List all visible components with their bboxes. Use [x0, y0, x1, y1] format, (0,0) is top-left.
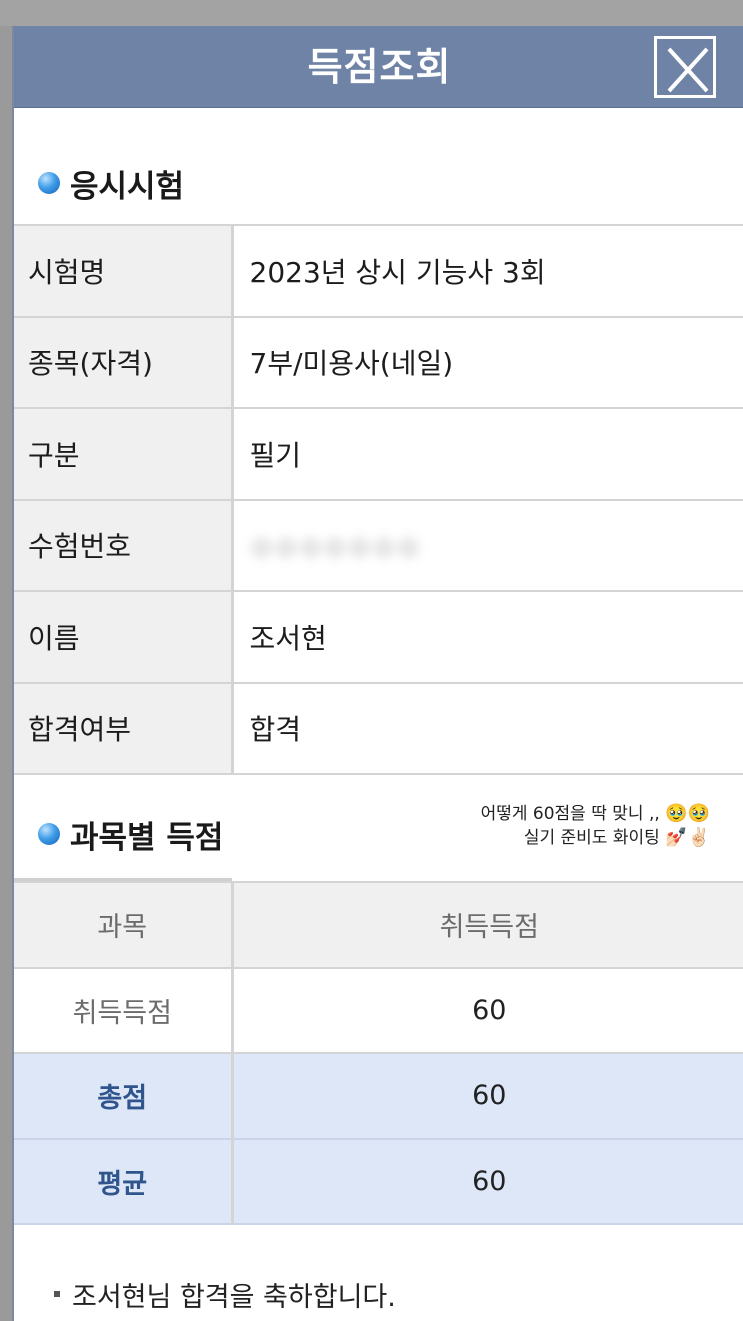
column-header-score: 취득득점	[232, 881, 743, 969]
row-value: 조서현	[232, 590, 743, 684]
table-header-row: 과목 취득득점	[14, 881, 743, 969]
row-label: 구분	[14, 407, 234, 501]
exam-section-heading: 응시시험	[38, 163, 184, 205]
average-value: 60	[232, 1137, 743, 1225]
row-value: 합격	[232, 681, 743, 775]
total-row: 총점 60	[14, 1052, 743, 1140]
total-label: 총점	[14, 1052, 234, 1140]
table-row: 이름 조서현	[14, 590, 743, 684]
handwritten-note: 어떻게 60점을 딱 맞니 ,, 🥹🥹 실기 준비도 화이팅 💅🏻✌🏻	[480, 803, 710, 848]
nail-polish-victory-emoji-icon: 💅🏻✌🏻	[665, 827, 710, 848]
column-header-subject: 과목	[14, 881, 234, 969]
row-value: 7부/미용사(네일)	[232, 315, 743, 409]
row-label: 시험명	[14, 224, 234, 318]
row-value: 2023년 상시 기능사 3회	[232, 224, 743, 318]
subject-name: 취득득점	[14, 966, 234, 1054]
exam-number-redacted: ●●●●●●●	[249, 528, 421, 562]
subject-score-table: 과목 취득득점 취득득점 60 총점 60 평균 60	[14, 881, 743, 1225]
square-bullet-icon	[54, 1291, 60, 1297]
page-backdrop	[0, 0, 743, 26]
close-x-icon	[667, 47, 709, 93]
row-value: 필기	[232, 407, 743, 501]
table-row: 구분 필기	[14, 407, 743, 501]
average-label: 평균	[14, 1137, 234, 1225]
total-value: 60	[232, 1052, 743, 1140]
modal-header: 득점조회	[14, 26, 743, 108]
table-row: 수험번호 ●●●●●●●	[14, 498, 743, 592]
close-button[interactable]	[654, 36, 716, 98]
subject-score: 60	[232, 966, 743, 1054]
modal-title: 득점조회	[307, 45, 452, 89]
row-label: 합격여부	[14, 681, 234, 775]
table-row: 종목(자격) 7부/미용사(네일)	[14, 315, 743, 409]
row-label: 수험번호	[14, 498, 234, 592]
score-section-heading: 과목별 득점	[38, 814, 223, 856]
table-row: 취득득점 60	[14, 966, 743, 1054]
congratulations-message: 조서현님 합격을 축하합니다.	[54, 1276, 396, 1313]
table-row: 시험명 2023년 상시 기능사 3회	[14, 224, 743, 318]
score-lookup-modal: 득점조회 응시시험 시험명 2023년 상시 기능사 3회 종목(자격) 7부/…	[12, 26, 743, 1321]
exam-info-table: 시험명 2023년 상시 기능사 3회 종목(자격) 7부/미용사(네일) 구분…	[14, 224, 743, 775]
blue-bullet-icon	[38, 823, 60, 845]
row-label: 종목(자격)	[14, 315, 234, 409]
pleading-face-emoji-icon: 🥹🥹	[665, 803, 710, 824]
blue-bullet-icon	[38, 172, 60, 194]
table-row: 합격여부 합격	[14, 681, 743, 775]
average-row: 평균 60	[14, 1137, 743, 1225]
row-label: 이름	[14, 590, 234, 684]
